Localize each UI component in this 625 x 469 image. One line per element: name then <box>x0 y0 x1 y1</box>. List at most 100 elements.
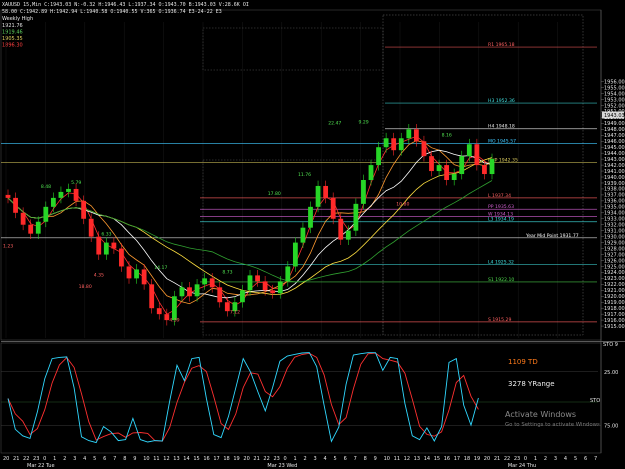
trading-chart[interactable]: XAUUSD 15,Min C:1943.03 N:-0.32 H:1946.4… <box>0 0 625 469</box>
price-tick-label: 1928.00 <box>604 246 625 252</box>
candle-body <box>240 290 245 303</box>
time-tick-label: 4 <box>564 456 567 462</box>
candle-body <box>277 281 283 294</box>
time-tick-label: 2 <box>304 456 307 462</box>
swing-annotation: 4.39 <box>169 317 179 323</box>
time-tick-label: 21 <box>253 456 259 462</box>
candle-body <box>141 269 147 285</box>
price-tick-label: 1917.00 <box>604 312 625 318</box>
candles <box>5 123 495 326</box>
price-tick-label: 1916.00 <box>604 318 625 324</box>
candle-body <box>194 284 200 297</box>
date-tick-label: Mar 24 Thu <box>508 463 536 469</box>
time-tick-label: 7 <box>354 456 357 462</box>
swing-annotation: 14.17 <box>154 265 167 271</box>
swing-annotation: 8.48 <box>41 184 51 190</box>
candle-body <box>406 129 412 139</box>
yrange-label: 3278 YRange <box>508 380 555 388</box>
level-label: L3 1934.19 <box>488 217 514 223</box>
candle-body <box>345 230 351 240</box>
time-tick-label: 4 <box>83 456 86 462</box>
activate-windows-subtitle: Go to Settings to activate Windows. <box>505 422 602 428</box>
candle-body <box>429 156 434 172</box>
time-tick-label: 8 <box>364 456 367 462</box>
swing-annotation: 7.12 <box>230 310 240 316</box>
price-tick-label: 1935.00 <box>604 205 625 211</box>
candle-body <box>368 165 374 180</box>
time-tick-label: 5 <box>93 456 96 462</box>
candle-body <box>58 191 64 198</box>
time-tick-label: 22 <box>263 456 269 462</box>
price-tick-label: 1926.00 <box>604 258 625 264</box>
time-tick-label: 13 <box>414 456 420 462</box>
time-tick-label: 17 <box>213 456 219 462</box>
level-label: Year Mid Point 1931.77 <box>525 233 579 239</box>
candle-body <box>5 194 11 198</box>
candle-body <box>171 296 177 321</box>
candle-body <box>209 278 215 288</box>
session-box <box>382 14 584 336</box>
price-tick-label: 1942.00 <box>604 163 625 169</box>
candle-body <box>35 221 41 234</box>
candle-body <box>330 197 336 219</box>
candle-body <box>338 218 344 240</box>
price-tick-label: 1934.00 <box>604 211 625 217</box>
candle-body <box>50 197 56 207</box>
price-tick-label: 1931.00 <box>604 228 625 234</box>
swing-annotation: 10.80 <box>396 202 409 208</box>
indicator-value: 1921.76 <box>2 23 23 29</box>
price-tick-label: 1915.00 <box>604 324 625 330</box>
swing-annotation: 8.16 <box>442 132 452 138</box>
price-tick-label: 1936.00 <box>604 199 625 205</box>
time-tick-label: 9 <box>374 456 377 462</box>
level-label: MO 1945.57 <box>488 139 516 145</box>
candle-body <box>96 236 102 255</box>
price-tick-label: 1919.00 <box>604 300 625 306</box>
time-tick-label: 17 <box>454 456 460 462</box>
candle-body <box>482 165 487 175</box>
time-tick-label: 19 <box>233 456 239 462</box>
time-tick-label: 6 <box>103 456 106 462</box>
candle-body <box>323 185 329 198</box>
time-tick-label: 20 <box>484 456 490 462</box>
activate-windows-title: Activate Windows <box>505 410 576 419</box>
moving-average-line <box>7 180 493 283</box>
candle-body <box>88 218 94 237</box>
candle-body <box>66 188 71 192</box>
candle-body <box>391 138 397 151</box>
candle-body <box>383 138 389 148</box>
candle-body <box>149 284 155 309</box>
time-tick-label: 7 <box>113 456 116 462</box>
candle-body <box>398 138 404 151</box>
candle-body <box>421 141 427 157</box>
time-tick-label: 1 <box>53 456 56 462</box>
time-tick-label: 6 <box>344 456 347 462</box>
stoch-signal-line <box>7 352 479 442</box>
swing-annotation: 4.35 <box>94 273 104 279</box>
indicator-value: 1905.35 <box>2 36 23 42</box>
time-tick-label: 6 <box>584 456 587 462</box>
level-label: S 1915.29 <box>488 317 511 323</box>
level-label: L 1937.34 <box>488 193 511 199</box>
swing-annotation: 8.73 <box>222 270 232 276</box>
price-tick-label: 1937.00 <box>604 193 625 199</box>
candle-body <box>444 165 450 180</box>
price-tick-label: 1932.00 <box>604 223 625 229</box>
time-tick-label: 14 <box>424 456 430 462</box>
candle-body <box>43 206 49 222</box>
time-tick-label: 8 <box>123 456 126 462</box>
price-tick-label: 1922.00 <box>604 282 625 288</box>
time-tick-label: 12 <box>404 456 410 462</box>
candle-body <box>103 242 109 255</box>
level-label: L4 1925.32 <box>488 260 514 266</box>
swing-annotation: 11.76 <box>298 172 311 178</box>
price-tick-label: 1947.00 <box>604 133 625 139</box>
time-tick-label: 3 <box>554 456 557 462</box>
price-badge-text: 1943.03 <box>604 113 625 119</box>
candle-body <box>466 144 472 157</box>
candle-body <box>156 308 162 315</box>
indicator-value: 1896.30 <box>2 43 23 49</box>
candle-body <box>217 287 223 303</box>
level-label: PP 1935.63 <box>488 204 514 210</box>
time-tick-label: 0 <box>524 456 527 462</box>
